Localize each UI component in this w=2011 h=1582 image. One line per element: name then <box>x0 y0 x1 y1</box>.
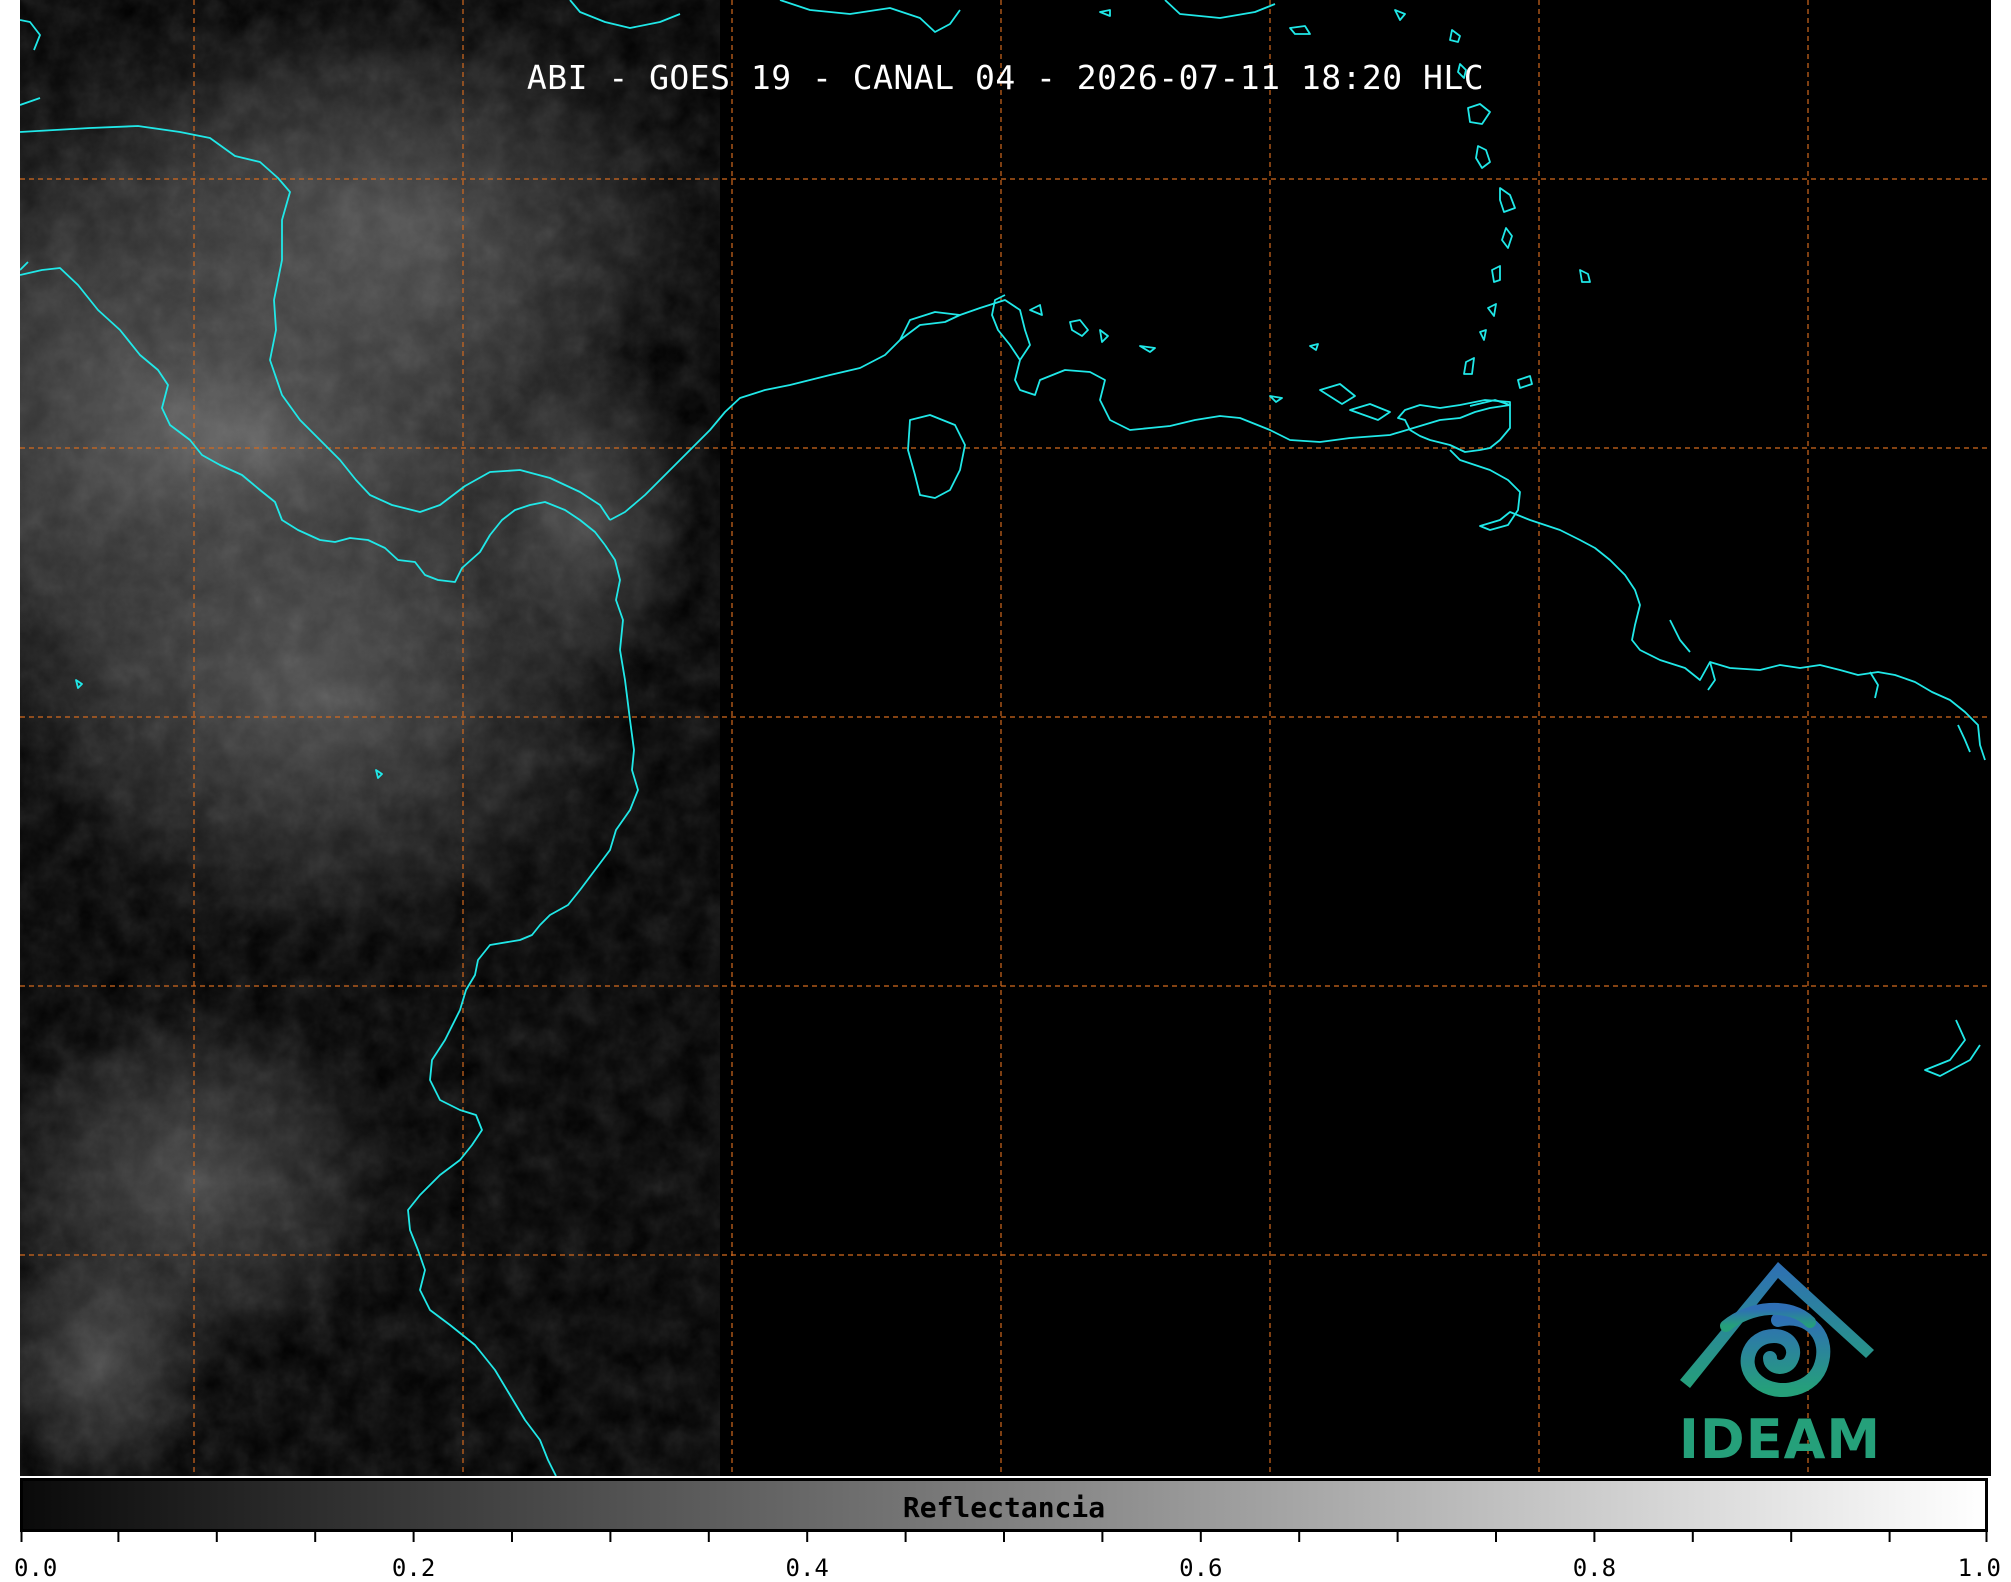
colorbar-tick-label: 0.4 <box>785 1554 829 1582</box>
colorbar-tick-label: 0.6 <box>1179 1554 1223 1582</box>
ideam-logo: IDEAM <box>1660 1250 1900 1471</box>
map-title: ABI - GOES 19 - CANAL 04 - 2026-07-11 18… <box>526 58 1485 97</box>
ideam-logo-icon <box>1680 1262 1874 1398</box>
colorbar-tick-label: 1.0 <box>1957 1554 2002 1582</box>
ideam-logo-text: IDEAM <box>1678 1408 1882 1471</box>
colorbar-axis: 0.0 0.2 0.4 0.6 0.8 1.0 <box>14 1532 2001 1582</box>
colorbar-tick-label: 0.2 <box>391 1554 436 1582</box>
colorbar-label: Reflectancia <box>902 1491 1106 1524</box>
colorbar-tick-label: 0.0 <box>14 1554 58 1582</box>
satellite-map[interactable]: ABI - GOES 19 - CANAL 04 - 2026-07-11 18… <box>20 0 1991 1476</box>
colorbar-tick-marks <box>20 1532 1988 1542</box>
colorbar: Reflectancia <box>20 1478 1988 1532</box>
colorbar-tick-label: 0.8 <box>1572 1554 1617 1582</box>
